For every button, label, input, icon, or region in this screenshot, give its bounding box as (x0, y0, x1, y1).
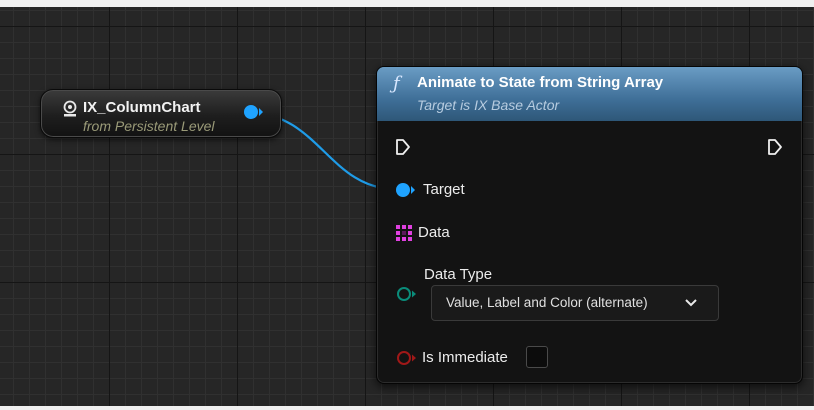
data-pin-label: Data (418, 224, 450, 241)
actor-reference-title: IX_ColumnChart (83, 99, 201, 116)
bottom-border (0, 406, 814, 410)
actor-reference-subtitle: from Persistent Level (83, 118, 215, 134)
data-type-dropdown[interactable]: Value, Label and Color (alternate) (431, 285, 719, 321)
exec-input-pin-icon[interactable] (395, 138, 411, 156)
actor-reference-icon (63, 100, 77, 117)
data-type-selected-value: Value, Label and Color (alternate) (446, 295, 648, 310)
function-target-subtitle: Target is IX Base Actor (417, 97, 560, 113)
function-node-header: ƒ Animate to State from String Array Tar… (377, 67, 802, 121)
function-icon: ƒ (393, 73, 400, 94)
actor-output-pin-icon[interactable] (243, 104, 263, 120)
is-immediate-checkbox[interactable] (526, 346, 548, 368)
target-pin-icon[interactable] (395, 182, 415, 198)
data-type-pin-label: Data Type (424, 266, 493, 283)
bool-pin-icon[interactable] (396, 350, 416, 366)
function-node[interactable]: ƒ Animate to State from String Array Tar… (376, 66, 803, 384)
actor-reference-node[interactable]: IX_ColumnChart from Persistent Level (40, 89, 282, 138)
enum-pin-icon[interactable] (396, 286, 416, 302)
function-title: Animate to State from String Array (417, 74, 664, 91)
target-pin-label: Target (423, 181, 465, 198)
exec-output-pin-icon[interactable] (767, 138, 783, 156)
array-pin-icon[interactable] (396, 225, 412, 241)
top-border (0, 0, 814, 7)
chevron-down-icon (685, 299, 697, 307)
is-immediate-pin-label: Is Immediate (422, 349, 508, 366)
